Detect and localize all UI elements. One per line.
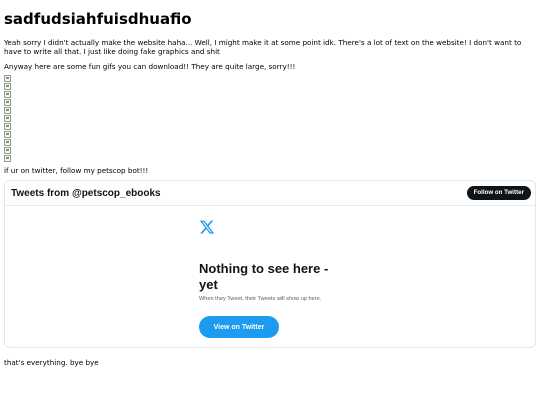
twitter-timeline-embed: Tweets from @petscop_ebooks Follow on Tw… bbox=[4, 180, 536, 348]
view-on-twitter-button[interactable]: View on Twitter bbox=[199, 316, 279, 338]
gif-image[interactable] bbox=[4, 123, 11, 130]
gif-image[interactable] bbox=[4, 147, 11, 154]
timeline-title: Tweets from @petscop_ebooks bbox=[11, 187, 161, 199]
gif-image[interactable] bbox=[4, 107, 11, 114]
intro-text: Yeah sorry I didn't actually make the we… bbox=[4, 38, 522, 56]
page-title: sadfudsiahfuisdhuafio bbox=[4, 10, 192, 28]
empty-state-title: Nothing to see here - yet bbox=[199, 261, 329, 292]
follow-on-twitter-button[interactable]: Follow on Twitter bbox=[466, 185, 531, 201]
closing-text: that's everything. bye bye bbox=[4, 358, 99, 367]
x-logo-icon bbox=[199, 220, 215, 234]
gif-image[interactable] bbox=[4, 99, 11, 106]
gif-image[interactable] bbox=[4, 115, 11, 122]
timeline-header: Tweets from @petscop_ebooks Follow on Tw… bbox=[5, 181, 535, 206]
gif-image[interactable] bbox=[4, 75, 11, 82]
gif-image[interactable] bbox=[4, 83, 11, 90]
gifs-text: Anyway here are some fun gifs you can do… bbox=[4, 62, 296, 71]
gif-image[interactable] bbox=[4, 155, 11, 162]
gif-image[interactable] bbox=[4, 139, 11, 146]
page-content: sadfudsiahfuisdhuafio Yeah sorry I didn'… bbox=[0, 0, 540, 348]
gif-image[interactable] bbox=[4, 131, 11, 138]
empty-state-subtitle: When they Tweet, their Tweets will show … bbox=[199, 296, 322, 302]
follow-text: if ur on twitter, follow my petscop bot!… bbox=[4, 166, 149, 175]
gif-list bbox=[4, 75, 536, 162]
gif-image[interactable] bbox=[4, 91, 11, 98]
